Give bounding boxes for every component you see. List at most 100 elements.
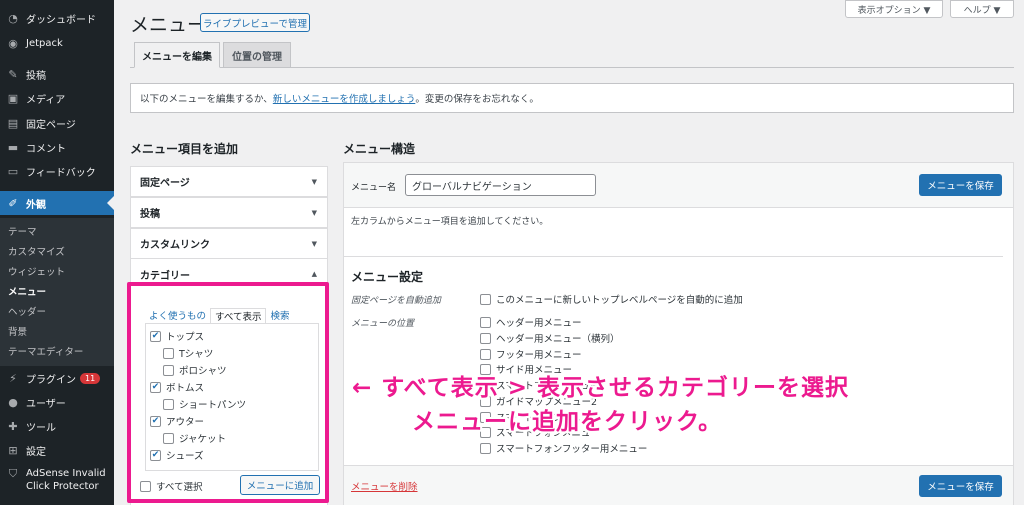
accordion-pages[interactable]: 固定ページ ▼ (130, 166, 328, 197)
sidebar-item-posts[interactable]: ✎ 投稿 (0, 62, 114, 86)
sidebar-item-dashboard[interactable]: ◔ ダッシュボード (0, 6, 114, 30)
sidebar-item-label: ダッシュボード (26, 14, 96, 26)
menu-name-label: メニュー名 (351, 183, 397, 193)
page-title: メニュー (130, 14, 207, 36)
help-button[interactable]: ヘルプ ▼ (950, 0, 1014, 18)
delete-menu-link[interactable]: メニューを削除 (351, 479, 418, 493)
sidebar-item-label: Jetpack (26, 37, 63, 49)
accordion-label: カスタムリンク (140, 240, 210, 251)
save-menu-button-bottom[interactable]: メニューを保存 (919, 475, 1002, 497)
sidebar-item-adsense-protector[interactable]: ⛉ AdSense Invalid Click Protector (0, 464, 114, 498)
auto-add-option[interactable]: このメニューに新しいトップレベルページを自動的に追加 (480, 292, 743, 306)
sidebar-item-tools[interactable]: ✚ ツール (0, 414, 114, 438)
instruction-text: 左カラムからメニュー項目を追加してください。 (351, 217, 549, 227)
create-menu-link[interactable]: 新しいメニューを作成しましょう (273, 91, 416, 105)
submenu-item-header[interactable]: ヘッダー (8, 304, 46, 318)
sidebar-item-label: AdSense Invalid Click Protector (26, 467, 106, 493)
user-icon: ● (8, 395, 18, 409)
sidebar-item-pages[interactable]: ▤ 固定ページ (0, 111, 114, 135)
sidebar-item-label: コメント (26, 143, 66, 155)
option-label: ヘッダー用メニュー（横列） (496, 334, 620, 345)
submenu-item-themes[interactable]: テーマ (8, 224, 37, 238)
submenu-item-widgets[interactable]: ウィジェット (8, 264, 65, 278)
admin-sidebar: ◔ ダッシュボード ◉ Jetpack ✎ 投稿 ▣ メディア ▤ 固定ページ ▬ コメント… (0, 0, 114, 505)
option-label: フッター用メニュー (496, 350, 582, 361)
checkbox[interactable] (480, 316, 491, 328)
option-label: スマートフォンフッター用メニュー (496, 444, 648, 455)
divider (344, 256, 1003, 257)
sidebar-item-label: 固定ページ (26, 119, 76, 131)
caret-down-icon: ▼ (311, 239, 317, 248)
submenu-item-customize[interactable]: カスタマイズ (8, 244, 65, 258)
tab-edit-menus[interactable]: メニューを編集 (134, 42, 220, 68)
auto-add-label: 固定ページを自動追加 (351, 296, 441, 306)
sidebar-item-label: プラグイン (26, 374, 76, 386)
dashboard-icon: ◔ (8, 11, 18, 25)
feedback-icon: ▭ (7, 164, 19, 178)
sidebar-item-label: 投稿 (26, 70, 46, 82)
annotation-line-2: メニューに追加をクリック。 (412, 409, 723, 435)
location-option[interactable]: ヘッダー用メニュー (480, 315, 582, 329)
sidebar-item-media[interactable]: ▣ メディア (0, 86, 114, 110)
option-label: このメニューに新しいトップレベルページを自動的に追加 (496, 295, 743, 306)
add-menu-items-heading: メニュー項目を追加 (130, 142, 239, 156)
accordion-posts[interactable]: 投稿 ▼ (130, 197, 328, 228)
shield-icon: ⛉ (8, 467, 18, 480)
submenu-item-background[interactable]: 背景 (8, 324, 27, 338)
accordion-label: 投稿 (140, 209, 160, 220)
sidebar-item-jetpack[interactable]: ◉ Jetpack (0, 31, 114, 55)
menu-structure-heading: メニュー構造 (343, 142, 416, 156)
submenu-item-theme-editor[interactable]: テーマエディター (8, 344, 83, 358)
location-option[interactable]: フッター用メニュー (480, 347, 582, 361)
sidebar-item-label: ユーザー (26, 398, 66, 410)
sidebar-item-appearance[interactable]: ✐ 外観 (0, 191, 114, 215)
submenu-item-menus[interactable]: メニュー (8, 284, 46, 298)
sidebar-item-settings[interactable]: ⊞ 設定 (0, 438, 114, 462)
checkbox[interactable] (480, 348, 491, 360)
live-preview-button[interactable]: ライブプレビューで管理 (200, 13, 310, 32)
sidebar-item-plugins[interactable]: ⚡ プラグイン 11 (0, 366, 114, 390)
location-option[interactable]: スマートフォンフッター用メニュー (480, 441, 647, 455)
current-indicator (107, 196, 114, 210)
menu-settings-heading: メニュー設定 (351, 270, 424, 284)
jetpack-icon: ◉ (8, 36, 18, 50)
checkbox[interactable] (480, 442, 491, 454)
save-menu-button[interactable]: メニューを保存 (919, 174, 1002, 196)
screen-options-button[interactable]: 表示オプション ▼ (845, 0, 943, 18)
caret-down-icon: ▼ (311, 208, 317, 217)
wrench-icon: ✚ (8, 419, 18, 433)
checkbox[interactable] (480, 332, 491, 344)
sidebar-item-feedback[interactable]: ▭ フィードバック (0, 159, 114, 183)
accordion-label: カテゴリー (140, 270, 190, 282)
annotation-highlight-box (127, 282, 329, 503)
sidebar-item-label: 設定 (26, 446, 46, 458)
accordion-label: 固定ページ (140, 178, 190, 189)
comment-icon: ▬ (7, 140, 19, 154)
brush-icon: ✐ (8, 196, 18, 210)
sidebar-item-users[interactable]: ● ユーザー (0, 390, 114, 414)
sidebar-item-label: 外観 (26, 199, 46, 211)
page-icon: ▤ (7, 116, 19, 130)
annotation-line-1: ← すべて表示 > 表示させるカテゴリーを選択 (352, 375, 850, 401)
notice-text-end: 。変更の保存をお忘れなく。 (415, 94, 539, 105)
menu-name-input[interactable]: グローバルナビゲーション (405, 174, 596, 196)
location-option[interactable]: ヘッダー用メニュー（横列） (480, 331, 620, 345)
tab-manage-locations[interactable]: 位置の管理 (223, 42, 291, 68)
checkbox[interactable] (480, 293, 491, 305)
plugin-icon: ⚡ (9, 371, 17, 385)
menu-footer-bar (344, 465, 1013, 505)
caret-down-icon: ▼ (311, 177, 317, 186)
media-icon: ▣ (7, 91, 19, 105)
accordion-custom-links[interactable]: カスタムリンク ▼ (130, 228, 328, 259)
option-label: ヘッダー用メニュー (496, 318, 582, 329)
info-notice: 以下のメニューを編集するか、 新しいメニューを作成しましょう 。変更の保存をお忘れな… (130, 83, 1014, 113)
caret-up-icon: ▲ (311, 270, 317, 278)
sidebar-item-label: フィードバック (26, 167, 96, 179)
settings-icon: ⊞ (8, 443, 18, 457)
sidebar-item-label: メディア (26, 94, 66, 106)
sidebar-item-label: ツール (26, 422, 56, 434)
sidebar-item-label-line2: Click Protector (26, 481, 99, 492)
sidebar-item-comments[interactable]: ▬ コメント (0, 135, 114, 159)
notice-text: 以下のメニューを編集するか、 (140, 94, 273, 105)
menu-location-label: メニューの位置 (351, 319, 415, 329)
